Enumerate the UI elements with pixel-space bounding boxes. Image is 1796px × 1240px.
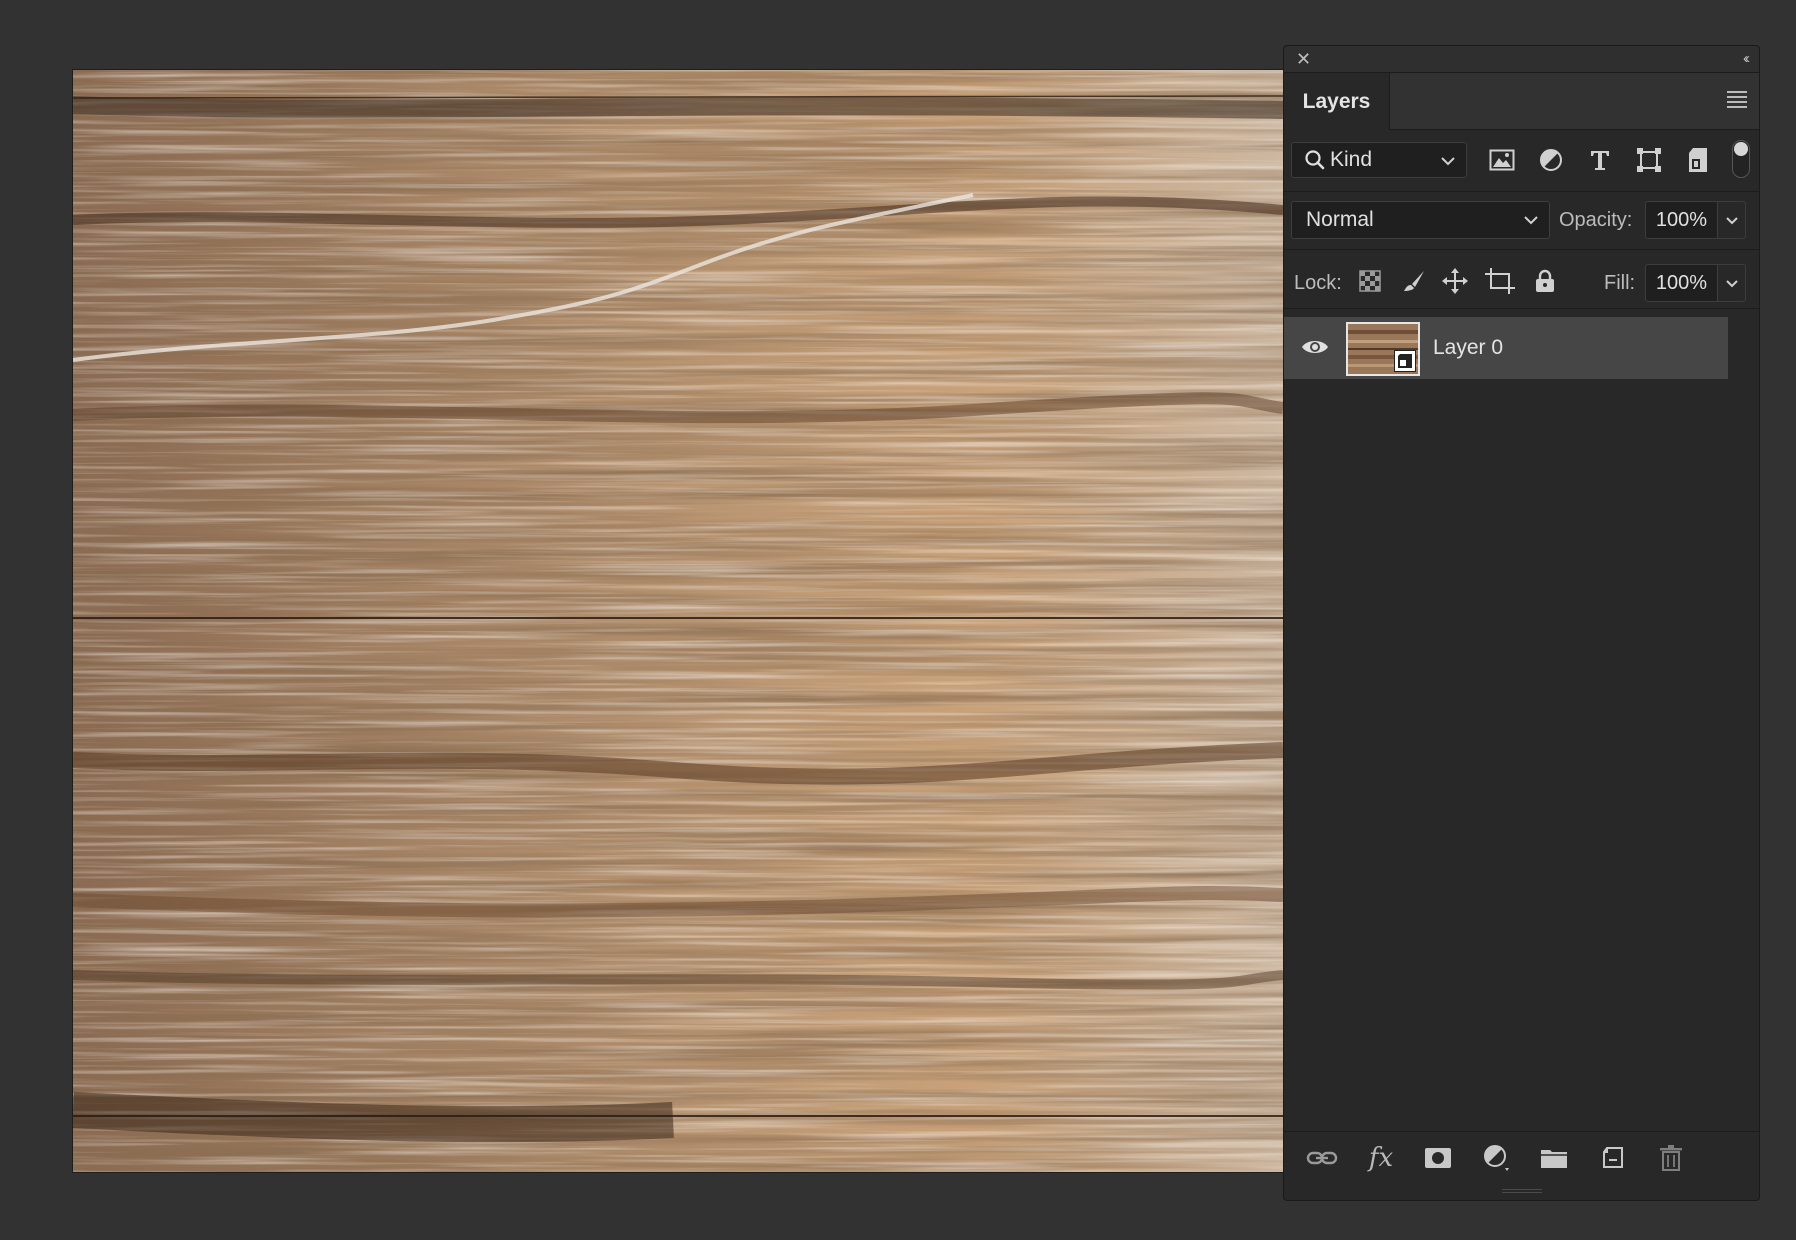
layers-panel: ✕ ‹‹ Layers Kind Normal Opacity: 100% Lo… — [1283, 45, 1760, 1201]
lock-all-icon[interactable] — [1532, 268, 1558, 294]
chevron-down-icon — [1725, 217, 1738, 225]
chevron-down-icon — [1524, 216, 1538, 225]
hamburger-icon[interactable] — [1727, 91, 1747, 111]
pixel-filter-icon[interactable] — [1489, 147, 1515, 173]
layer-name[interactable]: Layer 0 — [1433, 336, 1503, 360]
layer-mask-icon[interactable] — [1422, 1143, 1454, 1173]
panel-tab-bar: Layers — [1284, 73, 1759, 130]
fx-icon[interactable]: fx — [1365, 1143, 1397, 1173]
trash-icon[interactable] — [1655, 1143, 1687, 1173]
lock-artboard-icon[interactable] — [1485, 268, 1515, 294]
layers-bottom-toolbar: fx — [1284, 1131, 1759, 1184]
divider — [1284, 308, 1759, 309]
opacity-label: Opacity: — [1559, 209, 1633, 231]
link-layers-icon[interactable] — [1306, 1143, 1338, 1173]
adjustment-filter-icon[interactable] — [1538, 147, 1564, 173]
fill-dropdown[interactable] — [1718, 264, 1746, 302]
wood-texture-image — [73, 70, 1283, 1172]
layer-list: Layer 0 — [1284, 311, 1759, 1130]
fill-label: Fill: — [1604, 272, 1636, 294]
fx-label: fx — [1368, 1143, 1394, 1173]
divider — [1284, 249, 1759, 250]
blend-mode-select[interactable]: Normal — [1291, 201, 1550, 239]
chevron-down-icon — [1725, 280, 1738, 288]
smart-object-badge-icon — [1394, 350, 1416, 372]
layer-filter-row: Kind — [1284, 140, 1759, 188]
new-group-icon[interactable] — [1538, 1143, 1570, 1173]
lock-row: Lock: Fill: 100% — [1284, 260, 1759, 302]
lock-label: Lock: — [1294, 272, 1342, 294]
lock-position-icon[interactable] — [1442, 268, 1468, 294]
layer-row[interactable]: Layer 0 — [1284, 317, 1728, 379]
divider — [1284, 191, 1759, 192]
collapse-icon[interactable]: ‹‹ — [1743, 49, 1750, 69]
new-layer-icon[interactable] — [1597, 1143, 1629, 1173]
tab-layers[interactable]: Layers — [1284, 73, 1390, 130]
fill-input[interactable]: 100% — [1645, 264, 1718, 302]
kind-filter-label: Kind — [1330, 148, 1373, 171]
filter-toggle[interactable] — [1732, 140, 1750, 178]
kind-filter-select[interactable]: Kind — [1291, 142, 1467, 178]
shape-filter-icon[interactable] — [1636, 147, 1662, 173]
blend-row: Normal Opacity: 100% — [1284, 201, 1759, 241]
lock-image-pixels-icon[interactable] — [1401, 268, 1427, 294]
panel-title-bar[interactable]: ✕ ‹‹ — [1284, 46, 1759, 73]
smart-object-filter-icon[interactable] — [1685, 147, 1711, 173]
document-canvas[interactable] — [73, 70, 1283, 1172]
opacity-dropdown[interactable] — [1718, 201, 1746, 239]
visibility-eye-icon[interactable] — [1301, 336, 1329, 358]
lock-transparent-pixels-icon[interactable] — [1357, 268, 1383, 294]
type-filter-icon[interactable] — [1587, 147, 1613, 173]
close-icon[interactable]: ✕ — [1296, 49, 1311, 69]
blend-mode-label: Normal — [1306, 208, 1374, 231]
opacity-input[interactable]: 100% — [1645, 201, 1718, 239]
search-icon — [1305, 150, 1325, 170]
adjustment-layer-icon[interactable] — [1481, 1143, 1513, 1173]
panel-resize-grip[interactable] — [1501, 1189, 1542, 1197]
layer-thumbnail[interactable] — [1346, 322, 1420, 376]
chevron-down-icon — [1441, 157, 1455, 166]
